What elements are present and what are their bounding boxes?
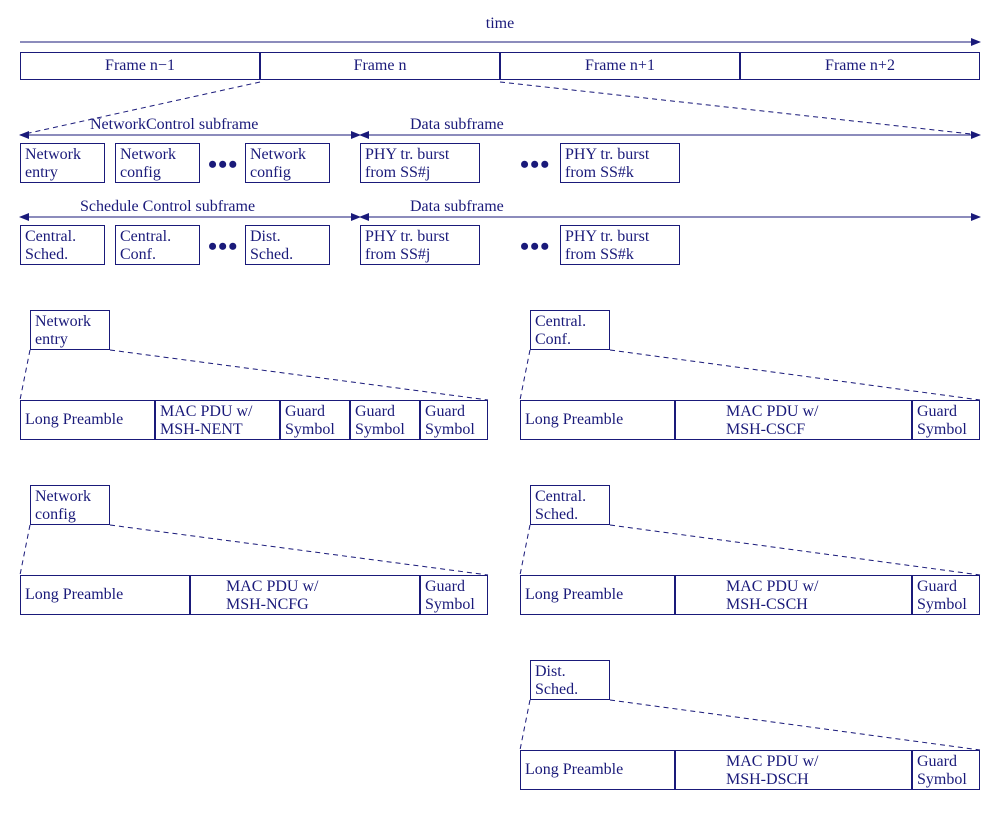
network-config-box: Network config — [245, 143, 330, 183]
frame-box: Frame n+2 — [740, 52, 980, 80]
central-sched-box: Central. Sched. — [20, 225, 105, 265]
detail-cell: Guard Symbol — [280, 400, 350, 440]
ellipsis: ••• — [520, 232, 550, 262]
detail-cell: Guard Symbol — [420, 575, 488, 615]
detail-cell: Long Preamble — [520, 575, 675, 615]
detail-header-central-conf: Central. Conf. — [530, 310, 610, 350]
detail-header-network-config: Network config — [30, 485, 110, 525]
subframe-label: Data subframe — [410, 198, 504, 216]
detail-cell: MAC PDU w/ MSH-NCFG — [190, 575, 420, 615]
subframe-label: Data subframe — [410, 116, 504, 134]
detail-cell: MAC PDU w/ MSH-NENT — [155, 400, 280, 440]
detail-cell: Guard Symbol — [350, 400, 420, 440]
frame-box: Frame n+1 — [500, 52, 740, 80]
detail-cell: MAC PDU w/ MSH-CSCH — [675, 575, 912, 615]
phy-burst-box: PHY tr. burst from SS#j — [360, 143, 480, 183]
detail-cell: Long Preamble — [520, 400, 675, 440]
detail-cell: Guard Symbol — [912, 575, 980, 615]
dist-sched-box: Dist. Sched. — [245, 225, 330, 265]
detail-cell: Long Preamble — [20, 400, 155, 440]
phy-burst-box: PHY tr. burst from SS#j — [360, 225, 480, 265]
subframe-label: Schedule Control subframe — [80, 198, 255, 216]
detail-header-central-sched: Central. Sched. — [530, 485, 610, 525]
central-conf-box: Central. Conf. — [115, 225, 200, 265]
detail-cell: Long Preamble — [20, 575, 190, 615]
network-config-box: Network config — [115, 143, 200, 183]
detail-cell: MAC PDU w/ MSH-DSCH — [675, 750, 912, 790]
phy-burst-box: PHY tr. burst from SS#k — [560, 225, 680, 265]
phy-burst-box: PHY tr. burst from SS#k — [560, 143, 680, 183]
ellipsis: ••• — [208, 150, 238, 180]
diagram-canvas: time Frame n−1 Frame n Frame n+1 Frame n… — [10, 10, 990, 820]
detail-cell: Guard Symbol — [912, 750, 980, 790]
ellipsis: ••• — [520, 150, 550, 180]
detail-cell: Long Preamble — [520, 750, 675, 790]
frame-box: Frame n−1 — [20, 52, 260, 80]
detail-cell: Guard Symbol — [420, 400, 488, 440]
frame-box: Frame n — [260, 52, 500, 80]
detail-cell: MAC PDU w/ MSH-CSCF — [675, 400, 912, 440]
detail-header-dist-sched: Dist. Sched. — [530, 660, 610, 700]
ellipsis: ••• — [208, 232, 238, 262]
time-label: time — [10, 15, 990, 33]
network-entry-box: Network entry — [20, 143, 105, 183]
subframe-label: NetworkControl subframe — [90, 116, 258, 134]
detail-cell: Guard Symbol — [912, 400, 980, 440]
detail-header-network-entry: Network entry — [30, 310, 110, 350]
